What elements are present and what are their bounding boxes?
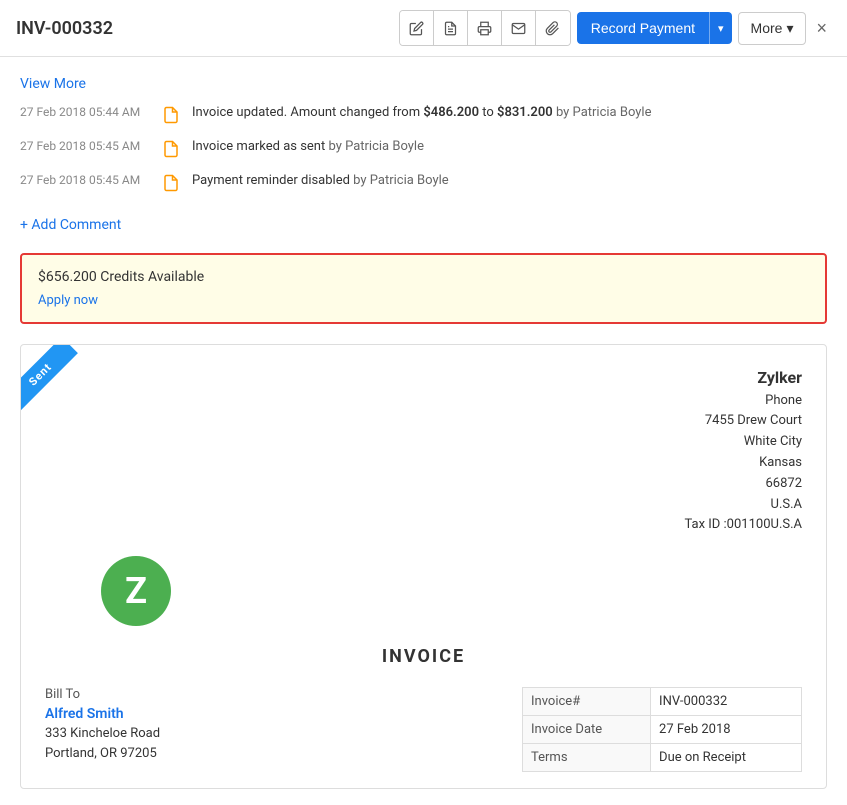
bill-to-address-line2: Portland, OR 97205 [45,744,502,764]
company-logo: Z [101,556,171,626]
bill-to-address-line1: 333 Kincheloe Road [45,724,502,744]
company-phone-label: Phone [684,391,802,412]
add-comment-link[interactable]: + Add Comment [20,217,121,233]
invoice-number: INV-000332 [16,18,113,39]
company-name: Zylker [684,365,802,391]
close-button[interactable]: × [812,14,831,43]
apply-now-link[interactable]: Apply now [38,293,98,308]
detail-value: INV-000332 [651,688,802,716]
activity-item-1: 27 Feb 2018 05:44 AM Invoice updated. Am… [20,104,827,126]
ribbon-wrapper: Sent [21,345,101,425]
company-address1: 7455 Drew Court [684,411,802,432]
invoice-header: Zylker Phone 7455 Drew Court White City … [21,345,826,546]
activity-time-3: 27 Feb 2018 05:45 AM [20,172,150,187]
detail-value: 27 Feb 2018 [651,716,802,744]
header: INV-000332 Record P [0,0,847,57]
record-payment-group: Record Payment ▾ [577,12,732,44]
detail-label: Invoice Date [523,716,651,744]
activity-icon-3 [160,172,182,194]
more-button[interactable]: More ▾ [738,12,807,45]
detail-value: Due on Receipt [651,744,802,772]
bill-to-section: Bill To Alfred Smith 333 Kincheloe Road … [45,687,502,772]
invoice-detail-row: Invoice Date 27 Feb 2018 [523,716,802,744]
print-button[interactable] [468,11,502,45]
activity-log: 27 Feb 2018 05:44 AM Invoice updated. Am… [20,104,827,194]
invoice-details-table: Invoice# INV-000332 Invoice Date 27 Feb … [522,687,802,772]
activity-icon-1 [160,104,182,126]
invoice-detail-row: Invoice# INV-000332 [523,688,802,716]
activity-time-2: 27 Feb 2018 05:45 AM [20,138,150,153]
sent-ribbon: Sent [21,345,78,412]
activity-text-3: Payment reminder disabled by Patricia Bo… [192,172,449,190]
activity-item-3: 27 Feb 2018 05:45 AM Payment reminder di… [20,172,827,194]
activity-text-2: Invoice marked as sent by Patricia Boyle [192,138,424,156]
credits-text: $656.200 Credits Available [38,269,809,285]
record-payment-dropdown[interactable]: ▾ [709,12,732,44]
company-taxid: Tax ID :001100U.S.A [684,515,802,536]
activity-icon-2 [160,138,182,160]
pdf-button[interactable] [434,11,468,45]
header-actions: Record Payment ▾ More ▾ × [399,10,831,46]
activity-time-1: 27 Feb 2018 05:44 AM [20,104,150,119]
activity-item-2: 27 Feb 2018 05:45 AM Invoice marked as s… [20,138,827,160]
company-zip: 66872 [684,474,802,495]
credits-banner: $656.200 Credits Available Apply now [20,253,827,324]
invoice-card: Sent Zylker Phone 7455 Drew Court White … [20,344,827,789]
company-address2: White City [684,432,802,453]
bill-to-name[interactable]: Alfred Smith [45,706,502,722]
invoice-logo-area: Z [21,546,826,636]
edit-button[interactable] [400,11,434,45]
company-state: Kansas [684,453,802,474]
dropdown-arrow: ▾ [718,23,724,35]
view-more-link[interactable]: View More [20,76,86,92]
main-container: INV-000332 Record P [0,0,847,805]
icon-group [399,10,571,46]
company-country: U.S.A [684,495,802,516]
record-payment-button[interactable]: Record Payment [577,12,709,44]
content-area: View More 27 Feb 2018 05:44 AM Invoice u… [0,57,847,805]
invoice-body: Bill To Alfred Smith 333 Kincheloe Road … [21,677,826,788]
mail-button[interactable] [502,11,536,45]
detail-label: Invoice# [523,688,651,716]
bill-to-label: Bill To [45,687,502,702]
more-dropdown-arrow: ▾ [786,20,793,37]
invoice-detail-row: Terms Due on Receipt [523,744,802,772]
activity-text-1: Invoice updated. Amount changed from $48… [192,104,651,122]
company-info: Zylker Phone 7455 Drew Court White City … [684,365,802,536]
detail-label: Terms [523,744,651,772]
attach-button[interactable] [536,11,570,45]
details-table: Invoice# INV-000332 Invoice Date 27 Feb … [522,687,802,772]
invoice-title: INVOICE [21,636,826,677]
